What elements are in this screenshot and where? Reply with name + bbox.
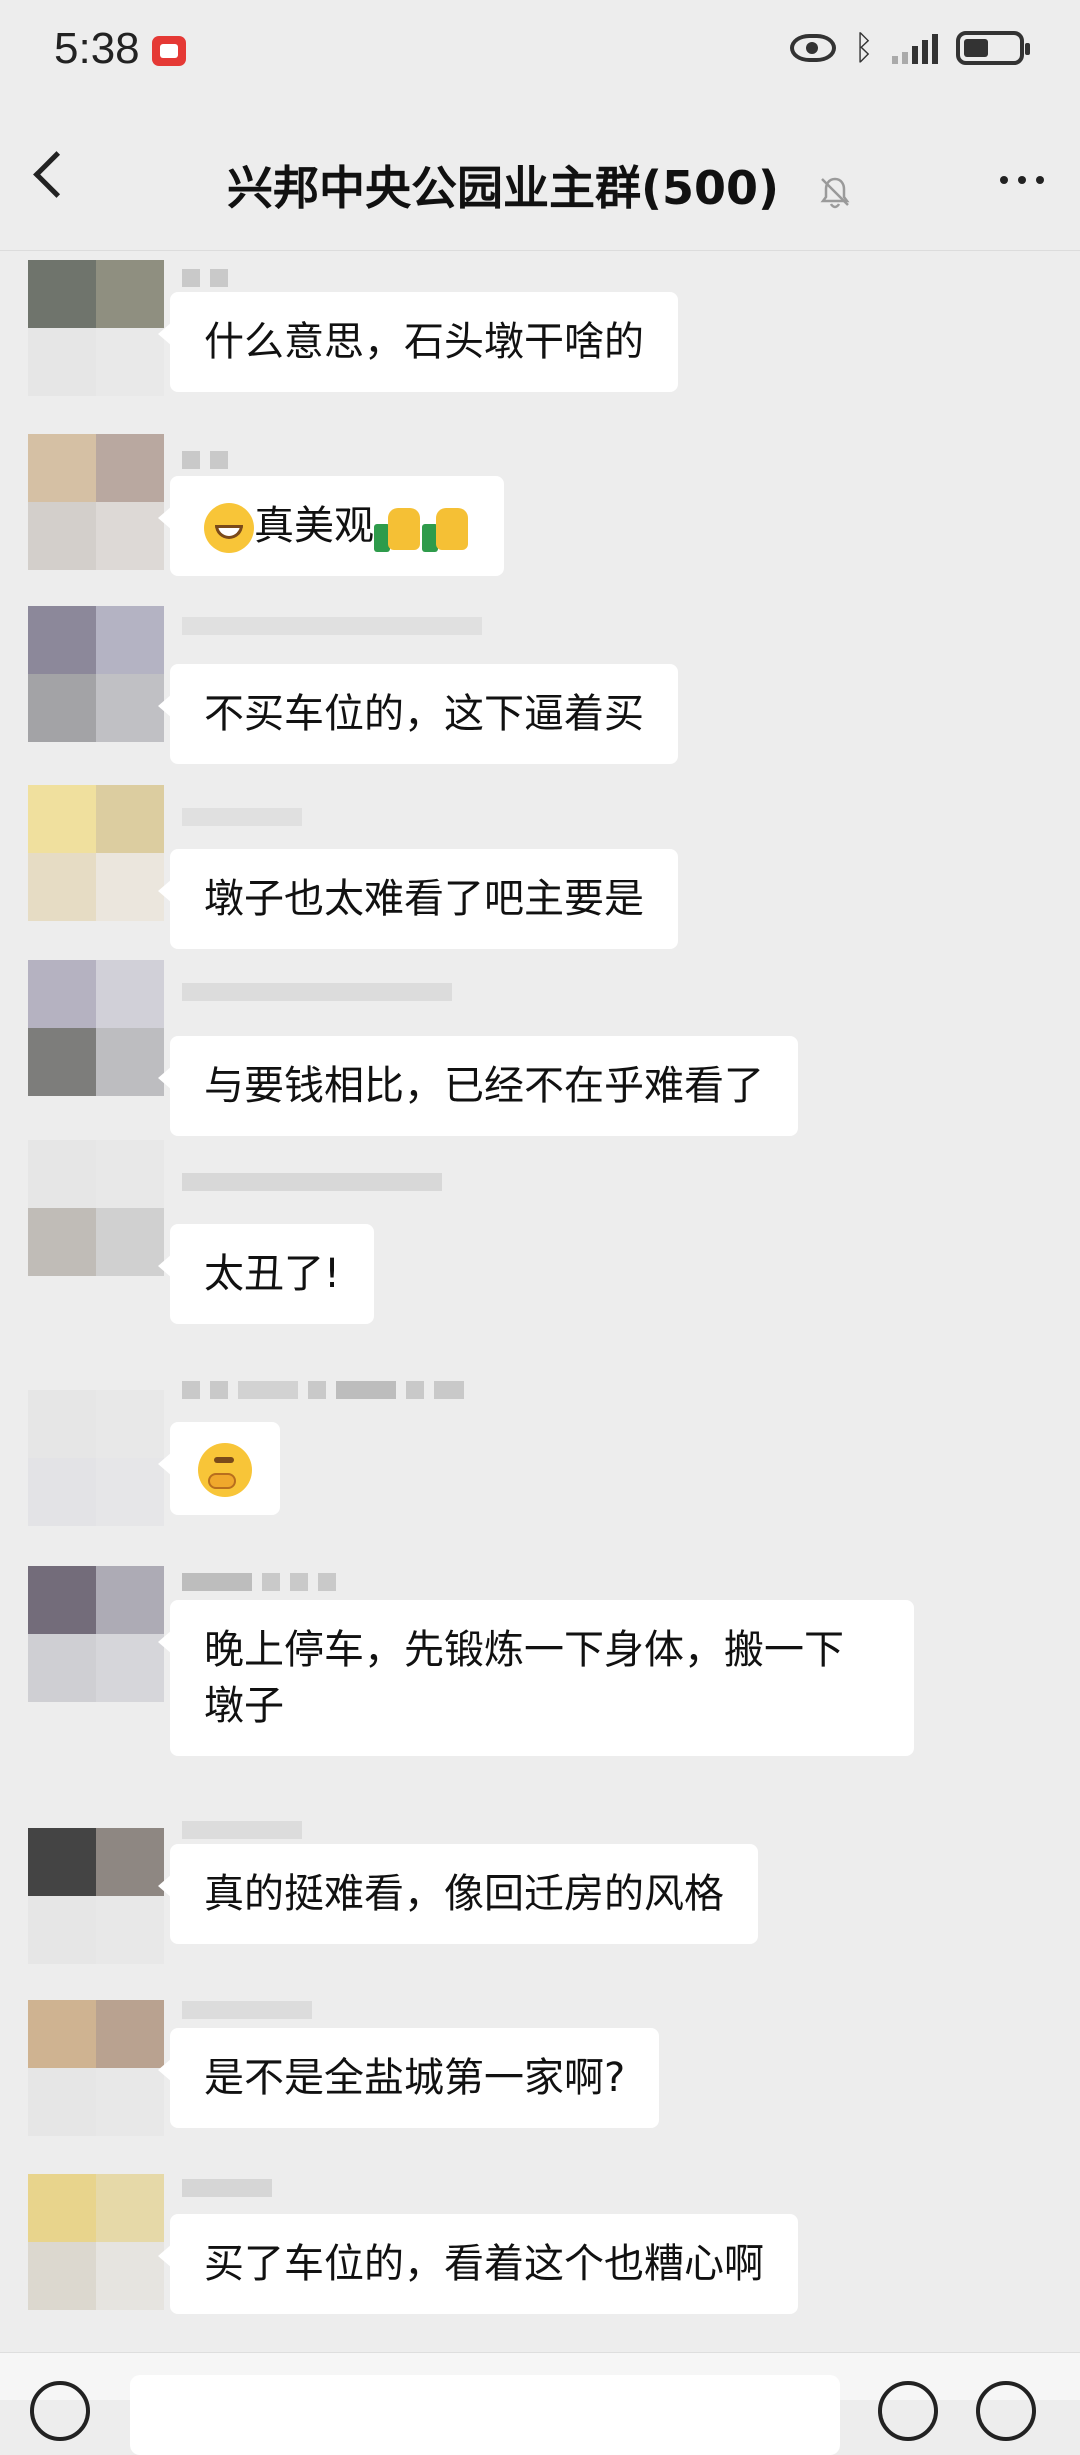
sender-name-blurred <box>182 1172 442 1192</box>
bluetooth-icon: ᛒ <box>853 28 874 68</box>
status-bar: 5:38 ᛒ <box>0 0 1080 110</box>
message-text: 真的挺难看，像回迁房的风格 <box>204 1871 724 1917</box>
thumbs-up-icon <box>422 504 470 552</box>
sender-name-blurred <box>182 2178 272 2198</box>
sender-name-blurred <box>182 807 302 827</box>
message-text: 与要钱相比，已经不在乎难看了 <box>204 1063 764 1109</box>
message-text: 太丑了! <box>204 1251 341 1297</box>
message-text: 什么意思，石头墩干啥的 <box>204 319 644 365</box>
avatar-tile <box>28 260 96 328</box>
avatar[interactable] <box>28 960 164 1096</box>
message-text: 墩子也太难看了吧主要是 <box>204 876 644 922</box>
avatar[interactable] <box>28 1140 164 1276</box>
sender-name-blurred <box>182 2000 312 2020</box>
avatar[interactable] <box>28 1390 164 1526</box>
input-bar <box>0 2352 1080 2455</box>
avatar-tile <box>96 260 164 328</box>
chat-header: 兴邦中央公园业主群(500) <box>0 110 1080 251</box>
message-bubble[interactable]: 不买车位的，这下逼着买 <box>158 664 678 764</box>
grinning-face-icon <box>204 503 254 553</box>
avatar-tile <box>96 328 164 396</box>
sender-name-blurred <box>182 616 482 636</box>
avatar[interactable] <box>28 434 164 570</box>
voice-icon[interactable] <box>30 2381 90 2441</box>
message-text: 是不是全盐城第一家啊? <box>204 2055 626 2101</box>
thumbs-up-icon <box>374 504 422 552</box>
message-text: 晚上停车，先锻炼一下身体，搬一下墩子 <box>204 1627 844 1729</box>
message-bubble[interactable] <box>158 1422 280 1515</box>
message-bubble[interactable]: 买了车位的，看着这个也糟心啊 <box>158 2214 798 2314</box>
message-text: 买了车位的，看着这个也糟心啊 <box>204 2241 764 2287</box>
avatar-tile <box>28 328 96 396</box>
more-icon[interactable] <box>1000 176 1044 184</box>
plus-icon[interactable] <box>976 2381 1036 2441</box>
group-name: 兴邦中央公园业主群(500) <box>226 161 780 215</box>
avatar[interactable] <box>28 260 164 396</box>
sender-name-blurred <box>182 1380 464 1400</box>
message-bubble[interactable]: 是不是全盐城第一家啊? <box>157 2028 660 2128</box>
sender-name-blurred <box>182 1572 336 1592</box>
avatar[interactable] <box>28 2000 164 2136</box>
status-icons: ᛒ <box>789 28 1030 68</box>
status-time: 5:38 <box>54 24 140 73</box>
message-bubble[interactable]: 真美观 <box>158 476 504 576</box>
message-bubble[interactable]: 晚上停车，先锻炼一下身体，搬一下墩子 <box>158 1600 914 1756</box>
mute-bell-icon <box>817 167 853 209</box>
sender-name-blurred <box>182 450 228 470</box>
message-text: 真美观 <box>254 503 374 549</box>
message-bubble[interactable]: 真的挺难看，像回迁房的风格 <box>158 1844 758 1944</box>
signal-icon <box>892 32 938 64</box>
emoji-icon[interactable] <box>878 2381 938 2441</box>
avatar[interactable] <box>28 606 164 742</box>
recording-icon <box>152 36 186 66</box>
sender-name-blurred <box>182 268 228 288</box>
battery-icon <box>956 31 1030 65</box>
eye-icon <box>789 34 836 62</box>
thinking-face-icon <box>198 1443 252 1497</box>
avatar[interactable] <box>28 1566 164 1702</box>
avatar[interactable] <box>28 785 164 921</box>
avatar[interactable] <box>28 2174 164 2310</box>
message-bubble[interactable]: 墩子也太难看了吧主要是 <box>158 849 678 949</box>
message-bubble[interactable]: 太丑了! <box>157 1224 375 1324</box>
message-input[interactable] <box>130 2375 840 2455</box>
message-bubble[interactable]: 什么意思，石头墩干啥的 <box>158 292 678 392</box>
sender-name-blurred <box>182 1820 302 1840</box>
sender-name-blurred <box>182 982 452 1002</box>
chat-title: 兴邦中央公园业主群(500) <box>0 152 1080 218</box>
avatar[interactable] <box>28 1828 164 1964</box>
message-bubble[interactable]: 与要钱相比，已经不在乎难看了 <box>158 1036 798 1136</box>
message-text: 不买车位的，这下逼着买 <box>204 691 644 737</box>
